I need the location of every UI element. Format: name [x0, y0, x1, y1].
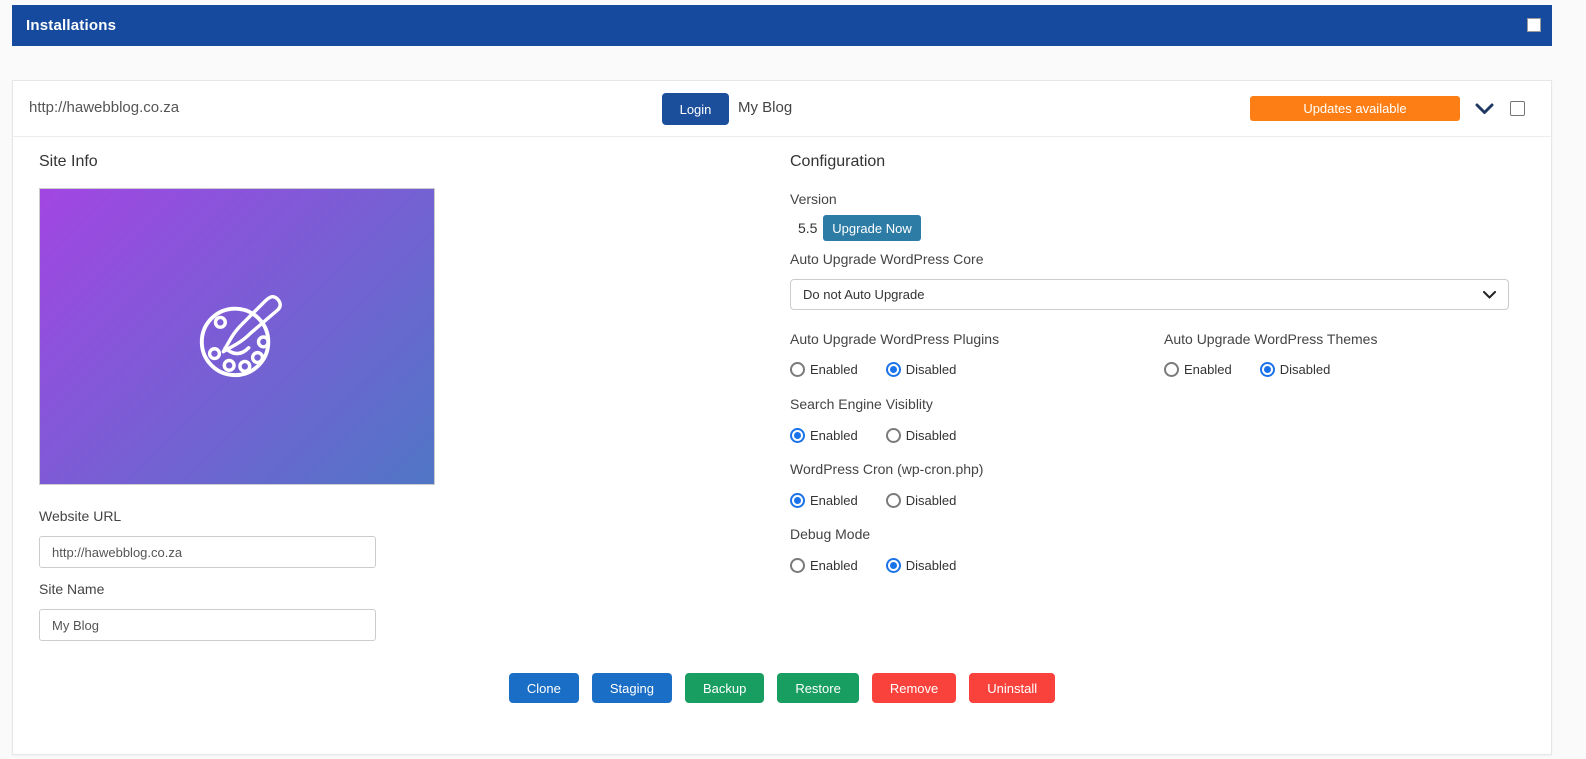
debug-disabled-radio[interactable]: Disabled — [885, 558, 956, 573]
debug-enabled-radio[interactable]: Enabled — [790, 558, 858, 573]
installation-site-name: My Blog — [738, 99, 793, 116]
wordpress-cron-label: WordPress Cron (wp-cron.php) — [790, 461, 984, 477]
updates-available-button[interactable]: Updates available — [1250, 96, 1460, 121]
sev-enabled-radio[interactable]: Enabled — [790, 428, 858, 443]
radio-checked-icon — [790, 428, 805, 443]
restore-button[interactable]: Restore — [777, 673, 859, 703]
upgrade-now-button[interactable]: Upgrade Now — [823, 215, 921, 241]
radio-checked-icon — [790, 493, 805, 508]
header-checkbox[interactable] — [1527, 18, 1541, 32]
themes-disabled-radio[interactable]: Disabled — [1259, 362, 1330, 377]
radio-unchecked-icon — [790, 362, 805, 377]
site-theme-preview — [39, 188, 435, 485]
version-label: Version — [790, 191, 837, 207]
installations-page: Installations http://hawebblog.co.za Log… — [0, 0, 1586, 759]
radio-unchecked-icon — [1164, 362, 1179, 377]
radio-unchecked-icon — [885, 428, 901, 443]
installation-card-header: http://hawebblog.co.za Login My Blog Upd… — [13, 81, 1551, 137]
action-buttons-row: Clone Staging Backup Restore Remove Unin… — [13, 673, 1551, 703]
auto-upgrade-themes-label: Auto Upgrade WordPress Themes — [1164, 331, 1378, 347]
auto-upgrade-core-label: Auto Upgrade WordPress Core — [790, 251, 984, 267]
wordpress-cron-radios: Enabled Disabled — [790, 493, 984, 508]
radio-checked-icon — [885, 558, 901, 573]
themes-enabled-radio[interactable]: Enabled — [1164, 362, 1232, 377]
site-name-label: Site Name — [39, 581, 105, 597]
installation-card: http://hawebblog.co.za Login My Blog Upd… — [12, 80, 1552, 755]
version-value: 5.5 — [798, 220, 818, 236]
clone-button[interactable]: Clone — [508, 673, 579, 703]
select-chevron-down-icon — [1483, 290, 1496, 299]
debug-mode-label: Debug Mode — [790, 526, 871, 542]
remove-button[interactable]: Remove — [871, 673, 957, 703]
auto-upgrade-plugins-radios: Enabled Disabled — [790, 362, 984, 377]
site-info-heading: Site Info — [39, 153, 98, 170]
installations-header-bar: Installations — [12, 5, 1552, 46]
staging-button[interactable]: Staging — [591, 673, 672, 703]
auto-upgrade-core-select[interactable]: Do not Auto Upgrade — [790, 279, 1509, 310]
page-title: Installations — [26, 17, 117, 34]
auto-upgrade-core-selected: Do not Auto Upgrade — [803, 287, 925, 302]
installation-url: http://hawebblog.co.za — [29, 99, 180, 116]
radio-checked-icon — [885, 362, 901, 377]
configuration-heading: Configuration — [790, 153, 886, 170]
auto-upgrade-themes-radios: Enabled Disabled — [1164, 362, 1358, 377]
login-button[interactable]: Login — [662, 93, 729, 125]
chevron-down-icon[interactable] — [1475, 103, 1494, 115]
radio-unchecked-icon — [885, 493, 901, 508]
site-name-input[interactable] — [39, 609, 376, 641]
plugins-enabled-radio[interactable]: Enabled — [790, 362, 858, 377]
plugins-disabled-radio[interactable]: Disabled — [885, 362, 956, 377]
sev-disabled-radio[interactable]: Disabled — [885, 428, 956, 443]
radio-unchecked-icon — [790, 558, 805, 573]
search-engine-visibility-radios: Enabled Disabled — [790, 428, 984, 443]
cron-disabled-radio[interactable]: Disabled — [885, 493, 956, 508]
website-url-label: Website URL — [39, 508, 122, 524]
auto-upgrade-plugins-label: Auto Upgrade WordPress Plugins — [790, 331, 1000, 347]
installation-checkbox[interactable] — [1510, 101, 1525, 116]
cron-enabled-radio[interactable]: Enabled — [790, 493, 858, 508]
website-url-input[interactable] — [39, 536, 376, 568]
debug-mode-radios: Enabled Disabled — [790, 558, 984, 573]
uninstall-button[interactable]: Uninstall — [969, 673, 1056, 703]
palette-icon — [199, 294, 282, 377]
backup-button[interactable]: Backup — [684, 673, 765, 703]
search-engine-visibility-label: Search Engine Visiblity — [790, 396, 933, 412]
radio-checked-icon — [1259, 362, 1275, 377]
